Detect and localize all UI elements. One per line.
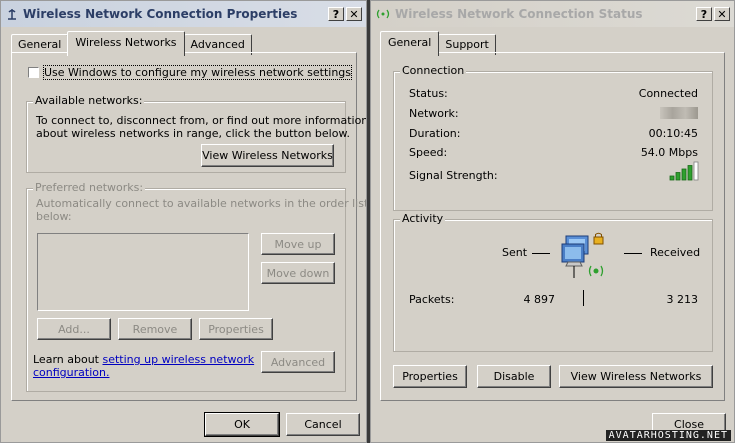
view-wireless-networks-button[interactable]: View Wireless Networks [201,144,334,167]
received-line [624,253,642,254]
status-value: Connected [638,87,698,100]
duration-value: 00:10:45 [648,127,698,140]
status-title: Wireless Network Connection Status [395,7,643,21]
preferred-networks-group: Preferred networks: Automatically connec… [26,181,366,392]
signal-bar [681,168,687,181]
wireless-networks-panel: Use Windows to configure my wireless net… [11,52,366,401]
properties-titlebar[interactable]: Wireless Network Connection Properties ?… [1,1,366,27]
signal-bar [693,161,699,181]
packets-divider [583,290,584,306]
sent-line [532,253,550,254]
learn-link[interactable]: setting up wireless network [102,353,254,366]
close-button[interactable]: ✕ [346,7,362,21]
available-networks-desc-2: about wireless networks in range, click … [36,127,350,140]
packets-sent-value: 4 897 [523,293,556,306]
advanced-button[interactable]: Advanced [261,351,335,373]
properties-title: Wireless Network Connection Properties [23,7,298,21]
wireless-signal-icon [376,9,390,19]
received-label: Received [650,246,701,259]
watermark: AVATARHOSTING.NET [605,430,731,441]
signal-strength-icon [669,161,699,181]
duration-label: Duration: [409,127,461,140]
move-up-button[interactable]: Move up [261,233,335,255]
connection-group: Connection Status: Connected Network: Du… [393,64,713,211]
available-networks-desc-1: To connect to, disconnect from, or find … [36,114,367,127]
move-down-button[interactable]: Move down [261,262,335,284]
status-help-button[interactable]: ? [696,7,712,21]
wireless-status-dialog: Wireless Network Connection Status ? ✕ G… [370,0,735,443]
wireless-properties-dialog: Wireless Network Connection Properties ?… [0,0,367,443]
available-networks-group: Available networks: To connect to, disco… [26,94,366,173]
preferred-networks-list[interactable] [37,233,249,311]
help-button[interactable]: ? [328,7,344,21]
status-general-panel: Connection Status: Connected Network: Du… [380,52,725,401]
network-name-redacted [660,107,698,119]
connection-label: Connection [400,64,467,77]
speed-label: Speed: [409,146,448,159]
activity-group: Activity Sent Received Packets: 4 897 3 … [393,212,713,352]
preferred-networks-desc-1: Automatically connect to available netwo… [36,197,367,210]
cancel-button[interactable]: Cancel [286,413,360,436]
preferred-properties-button[interactable]: Properties [199,318,273,340]
learn-link-continued[interactable]: configuration. [33,366,109,379]
use-windows-label[interactable]: Use Windows to configure my wireless net… [42,65,353,80]
status-close-button[interactable]: ✕ [714,7,730,21]
signal-bar [669,175,675,181]
add-button[interactable]: Add... [37,318,111,340]
activity-label: Activity [400,212,446,225]
network-icon [8,9,16,20]
disable-button[interactable]: Disable [477,365,551,388]
status-titlebar[interactable]: Wireless Network Connection Status ? ✕ [371,1,734,27]
status-properties-button[interactable]: Properties [393,365,467,388]
tab-status-general[interactable]: General [380,31,440,56]
signal-bar [687,165,693,181]
signal-bar [675,172,681,181]
status-label: Status: [409,87,448,100]
tab-wireless-networks[interactable]: Wireless Networks [67,31,185,56]
learn-about-prefix: Learn about [33,353,103,366]
network-label: Network: [409,107,459,120]
learn-about-text: Learn about setting up wireless network [33,353,254,366]
packets-received-value: 3 213 [666,293,699,306]
preferred-networks-desc-2: below: [36,210,72,223]
status-view-networks-button[interactable]: View Wireless Networks [559,365,713,388]
computer-activity-icon [561,232,604,278]
ok-button[interactable]: OK [204,412,280,437]
remove-button[interactable]: Remove [118,318,192,340]
use-windows-checkbox[interactable] [28,67,39,78]
signal-strength-label: Signal Strength: [409,169,498,182]
sent-label: Sent [502,246,528,259]
packets-label: Packets: [409,293,455,306]
preferred-networks-label: Preferred networks: [33,181,146,194]
available-networks-label: Available networks: [33,94,145,107]
speed-value: 54.0 Mbps [640,146,698,159]
